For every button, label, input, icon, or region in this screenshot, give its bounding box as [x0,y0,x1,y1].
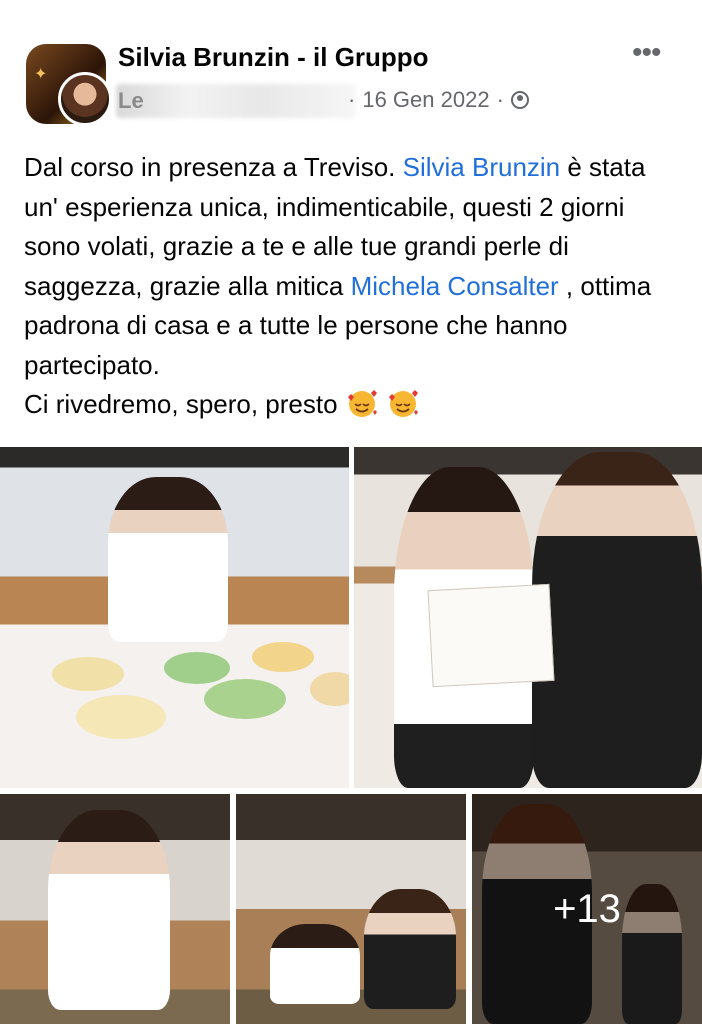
post-meta: · 16 Gen 2022 · [348,87,529,113]
group-avatar-image: ✦ [34,64,49,83]
more-photos-overlay[interactable]: +13 [472,794,702,1024]
photo-grid: +13 [0,447,702,1024]
group-icon [510,91,529,109]
post-text-part: Ci rivedremo, spero, presto [24,389,338,419]
group-name[interactable]: Silvia Brunzin - il Gruppo [118,42,429,73]
author-name-redacted [116,84,356,118]
more-dots-icon[interactable]: ••• [632,38,661,68]
meta-separator: · [496,87,504,112]
photo-chefs-working[interactable] [236,794,466,1024]
smiling-face-with-hearts-icon [347,390,377,417]
photo-chef-with-cakes[interactable] [0,447,349,788]
author-name[interactable]: Le [118,88,144,114]
post-text-part: Dal corso in presenza a Treviso. [24,152,403,182]
photo-diploma[interactable] [354,447,702,788]
mention-michela-consalter[interactable]: Michela Consalter [351,271,559,301]
post-header: ✦ Silvia Brunzin - il Gruppo Le · 16 Gen… [0,0,702,135]
smiling-face-with-hearts-icon [389,390,419,417]
author-avatar[interactable] [58,72,112,126]
photo-chef-preparing[interactable] [0,794,230,1024]
post-paragraph: Dal corso in presenza a Treviso. Silvia … [24,148,684,385]
diploma-image [427,583,555,688]
meta-separator: · [348,87,356,112]
more-photos-count: +13 [553,886,621,931]
post-paragraph: Ci rivedremo, spero, presto [24,385,684,425]
post-body: Dal corso in presenza a Treviso. Silvia … [24,148,684,425]
post-date[interactable]: 16 Gen 2022 [362,87,489,113]
photo-more[interactable]: +13 [472,794,702,1024]
mention-silvia-brunzin[interactable]: Silvia Brunzin [403,152,561,182]
